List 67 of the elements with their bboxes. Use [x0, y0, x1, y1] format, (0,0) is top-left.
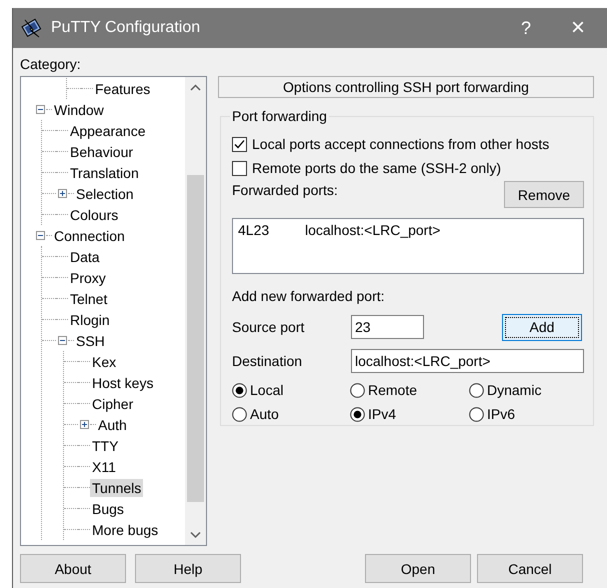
radio-label: Dynamic: [487, 382, 542, 398]
add-button[interactable]: Add: [502, 314, 582, 340]
tree-item[interactable]: Kex: [90, 352, 118, 370]
tree-item[interactable]: Data: [68, 248, 102, 266]
tree-item[interactable]: Connection: [52, 226, 127, 244]
destination-field[interactable]: localhost:<LRC_port>: [351, 349, 584, 373]
scrollbar[interactable]: [185, 77, 206, 545]
tree-item[interactable]: Tunnels: [90, 478, 144, 496]
radio-button[interactable]: [350, 406, 365, 422]
category-tree[interactable]: Features Window Appearance Behaviour Translation Selection Colours Connection Data Proxy Telnet Rlogin SSH Kex Host keys Cipher Auth TTY X11 Tunnels Bugs More bugs: [20, 76, 207, 546]
collapse-icon[interactable]: [36, 105, 45, 114]
tree-item[interactable]: Rlogin: [68, 310, 112, 328]
port-destination: localhost:<LRC_port>: [305, 222, 440, 238]
radio-label: IPv4: [368, 406, 396, 422]
tree-item[interactable]: Proxy: [68, 268, 108, 286]
tree-item[interactable]: Host keys: [90, 374, 156, 392]
section-label: Add new forwarded port:: [232, 288, 386, 306]
open-button[interactable]: Open: [365, 554, 471, 583]
category-label: Category:: [20, 56, 82, 73]
scroll-thumb[interactable]: [187, 175, 204, 502]
field-label: Forwarded ports:: [232, 182, 338, 198]
source-port-field[interactable]: 23: [351, 315, 424, 339]
checkbox[interactable]: [232, 160, 247, 176]
tree-item[interactable]: Telnet: [68, 290, 110, 308]
group-title: Port forwarding: [231, 108, 328, 124]
radio-button[interactable]: [469, 382, 484, 398]
port-source: 4L23: [238, 222, 270, 238]
tree-item[interactable]: Selection: [74, 184, 136, 202]
tree-item[interactable]: TTY: [90, 436, 120, 454]
tree-item[interactable]: Window: [52, 100, 106, 118]
radio-button[interactable]: [232, 406, 247, 422]
tree-item[interactable]: Translation: [68, 164, 141, 182]
radio-label: Local: [250, 382, 284, 398]
field-label: Destination: [232, 353, 304, 369]
checkbox[interactable]: [232, 136, 247, 152]
tree-item[interactable]: Cipher: [90, 394, 136, 412]
checkbox-label: Remote ports do the same (SSH-2 only): [252, 160, 501, 176]
cancel-button[interactable]: Cancel: [477, 554, 583, 583]
radio-button[interactable]: [469, 406, 484, 422]
help-button[interactable]: ?: [503, 18, 549, 38]
collapse-icon[interactable]: [36, 231, 45, 240]
radio-label: Remote: [368, 382, 418, 398]
close-button[interactable]: ×: [549, 14, 607, 42]
tree-item[interactable]: Auth: [96, 416, 129, 434]
tree-item[interactable]: Behaviour: [68, 142, 136, 160]
remove-button[interactable]: Remove: [504, 181, 584, 208]
tree-item[interactable]: SSH: [74, 332, 107, 350]
tree-item[interactable]: Features: [93, 80, 152, 98]
radio-label: IPv6: [487, 406, 516, 422]
expand-icon[interactable]: [80, 420, 89, 429]
field-label: Source port: [232, 319, 306, 335]
radio-button[interactable]: [350, 382, 365, 398]
tree-item[interactable]: Bugs: [90, 500, 126, 518]
tree-item[interactable]: Appearance: [68, 122, 148, 140]
collapse-icon[interactable]: [58, 336, 67, 345]
tree-item[interactable]: More bugs: [90, 520, 160, 538]
radio-label: Auto: [250, 406, 279, 422]
forwarded-ports-list[interactable]: 4L23 localhost:<LRC_port>: [232, 218, 584, 274]
help-button[interactable]: Help: [135, 554, 241, 583]
expand-icon[interactable]: [58, 189, 67, 198]
tree-item[interactable]: X11: [90, 458, 118, 476]
window-title: PuTTY Configuration: [51, 19, 202, 37]
tree-item[interactable]: Colours: [68, 206, 120, 224]
about-button[interactable]: About: [20, 554, 126, 583]
checkbox-label: Local ports accept connections from other hosts: [252, 136, 550, 152]
radio-button[interactable]: [232, 382, 247, 398]
panel-header: Options controlling SSH port forwarding: [218, 76, 594, 98]
